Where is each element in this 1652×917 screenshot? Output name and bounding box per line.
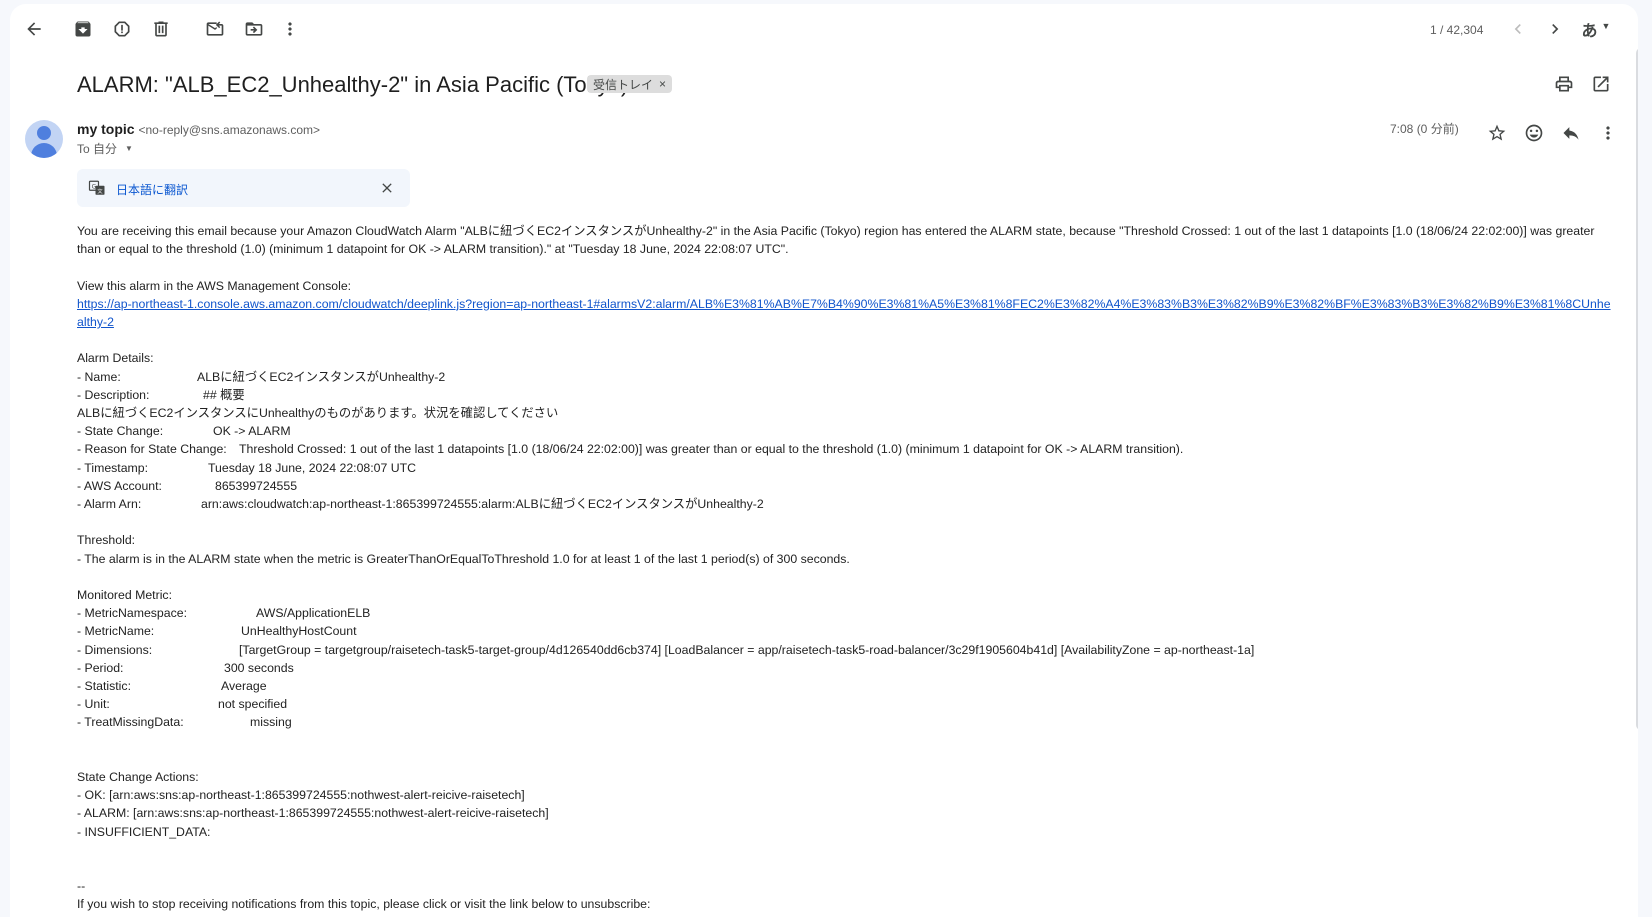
sender-avatar[interactable] (25, 120, 63, 158)
star-icon[interactable] (1479, 115, 1515, 151)
label-chip-text: 受信トレイ (593, 77, 654, 92)
detail-row: - Timestamp: Tuesday 18 June, 2024 22:08:… (77, 460, 417, 475)
message-counter: 1 / 42,304 (1430, 23, 1484, 37)
action-line: - OK: [arn:aws:sns:ap-northeast-1:865399… (77, 788, 525, 803)
detail-row: - Alarm Arn: arn:aws:cloudwatch:ap-northe… (77, 497, 764, 512)
alarm-details-title: Alarm Details: (77, 351, 154, 366)
sender-name[interactable]: my topic (77, 121, 135, 137)
metric-row: - MetricName: UnHealthyHostCount (77, 624, 357, 639)
detail-row: - State Change: OK -> ALARM (77, 424, 291, 439)
metric-row: - MetricNamespace: AWS/ApplicationELB (77, 606, 371, 621)
unsubscribe-text: If you wish to stop receiving notificati… (77, 897, 651, 912)
view-alarm-label: View this alarm in the AWS Management Co… (77, 278, 352, 293)
detail-row: - Name: ALBに紐づくEC2インスタンスがUnhealthy-2 (77, 369, 446, 384)
translate-link[interactable]: 日本語に翻訳 (116, 181, 188, 198)
more-vert-icon[interactable] (272, 11, 308, 47)
arrow-back-icon[interactable] (16, 11, 52, 47)
detail-row: - Reason for State Change: Threshold Cros… (77, 442, 1184, 457)
chevron-left-icon[interactable] (1500, 11, 1536, 47)
action-line: - ALARM: [arn:aws:sns:ap-northeast-1:865… (77, 806, 549, 821)
move-to-icon[interactable] (236, 11, 272, 47)
recipient-details[interactable]: To 自分 ▼ (77, 140, 133, 157)
remove-label-icon[interactable]: × (659, 77, 666, 91)
translate-bar: G 文 日本語に翻訳 (77, 169, 410, 207)
emoji-react-icon[interactable] (1516, 115, 1552, 151)
recipient-label: To 自分 (77, 142, 118, 156)
console-link[interactable]: https://ap-northeast-1.console.aws.amazo… (77, 297, 1611, 329)
metric-row: - TreatMissingData: missing (77, 715, 292, 730)
caret-down-icon: ▼ (125, 144, 133, 153)
metric-row: - Dimensions: [TargetGroup = targetgroup/… (77, 642, 1255, 657)
threshold-title: Threshold: (77, 533, 136, 548)
email-body: You are receiving this email because you… (77, 222, 1617, 914)
sender-email: <no-reply@sns.amazonaws.com> (138, 123, 321, 137)
metric-row: - Statistic: Average (77, 679, 267, 694)
close-icon[interactable] (377, 178, 397, 198)
archive-icon[interactable] (65, 11, 101, 47)
translate-icon: G 文 (88, 180, 105, 195)
caret-down-icon: ▼ (1601, 21, 1611, 31)
metric-row: - Period: 300 seconds (77, 660, 294, 675)
open-in-new-icon[interactable] (1583, 66, 1619, 102)
metric-row: - Unit: not specified (77, 697, 288, 712)
reply-icon[interactable] (1553, 115, 1589, 151)
threshold-text: - The alarm is in the ALARM state when t… (77, 551, 850, 566)
metric-title: Monitored Metric: (77, 588, 172, 602)
input-tools-label: あ (1581, 23, 1598, 40)
email-view: 1 / 42,304 あ ▼ ALARM: "ALB_EC2_Unhealthy… (10, 4, 1638, 917)
email-subject: ALARM: "ALB_EC2_Unhealthy-2" in Asia Pac… (77, 72, 629, 97)
mark-unread-icon[interactable] (197, 11, 233, 47)
detail-row: - Description: ## 概要 (77, 387, 245, 402)
email-timestamp: 7:08 (0 分前) (1390, 122, 1459, 136)
body-intro: You are receiving this email because you… (77, 224, 1598, 257)
scrollbar[interactable] (1636, 48, 1638, 730)
sender-info: my topic <no-reply@sns.amazonaws.com> (77, 121, 320, 137)
more-vert-icon[interactable] (1590, 115, 1626, 151)
report-spam-icon[interactable] (104, 11, 140, 47)
print-icon[interactable] (1546, 66, 1582, 102)
action-line: - INSUFFICIENT_DATA: (77, 824, 211, 839)
detail-row: - AWS Account: 865399724555 (77, 478, 298, 493)
description-line2: ALBに紐づくEC2インスタンスにUnhealthyのものがあります。状況を確認… (77, 406, 559, 420)
signature-separator: -- (77, 879, 86, 894)
label-chip-inbox[interactable]: 受信トレイ × (587, 75, 673, 93)
delete-icon[interactable] (143, 11, 179, 47)
input-tools-button[interactable]: あ ▼ (1573, 11, 1619, 47)
chevron-right-icon[interactable] (1537, 11, 1573, 47)
actions-title: State Change Actions: (77, 770, 199, 785)
